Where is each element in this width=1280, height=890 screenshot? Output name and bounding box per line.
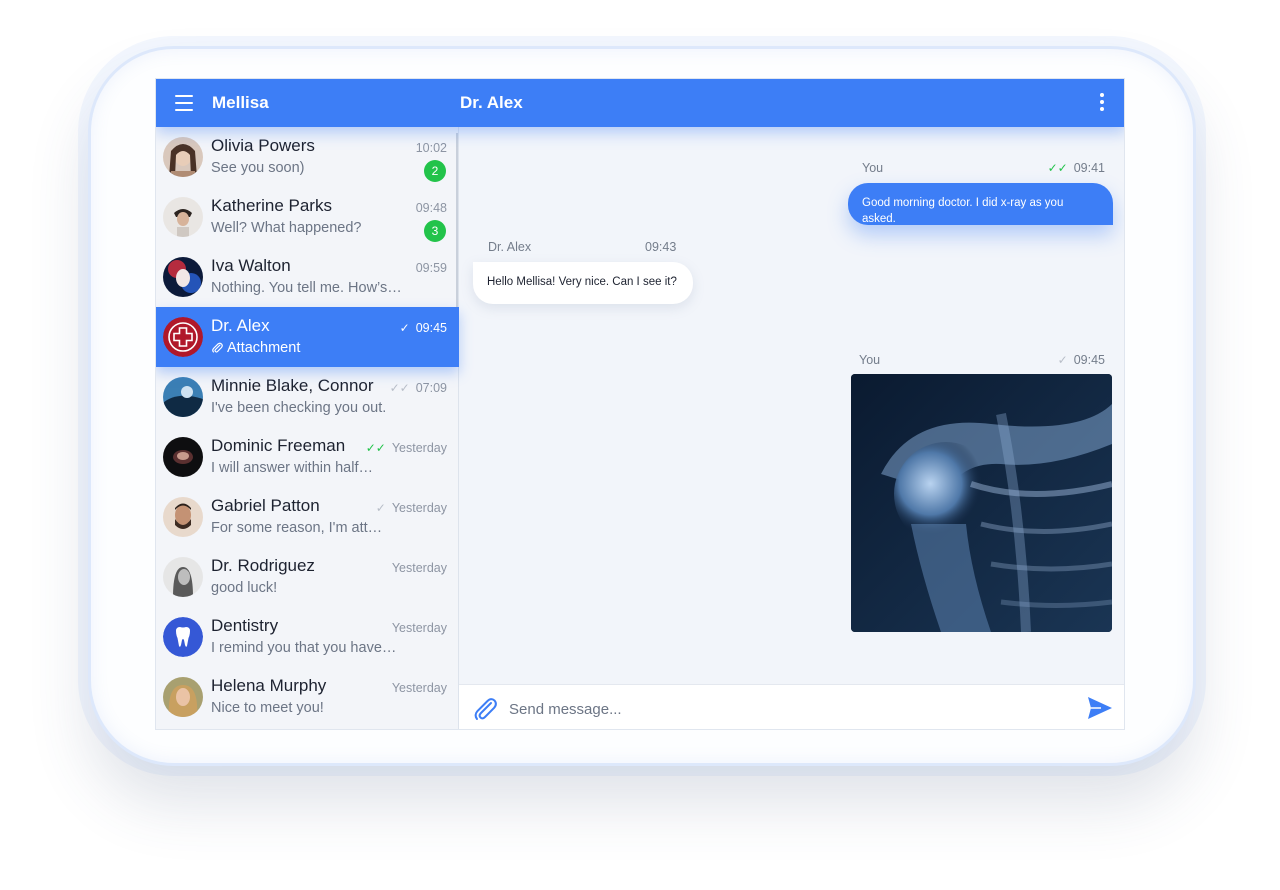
chat-name: Minnie Blake, Connor	[211, 376, 374, 395]
chat-time: ✓✓ Yesterday	[365, 441, 447, 455]
chat-time: 09:59	[415, 261, 447, 275]
message-time: ✓ 09:45	[1057, 353, 1105, 367]
chat-preview: Nice to meet you!	[211, 700, 324, 716]
chat-time: ✓ 09:45	[399, 321, 447, 335]
chat-name: Iva Walton	[211, 256, 291, 275]
read-check-icon: ✓✓	[365, 441, 386, 455]
message-bubble-outgoing[interactable]: Good morning doctor. I did x-ray as you …	[848, 183, 1113, 225]
avatar	[163, 557, 203, 597]
sent-check-icon: ✓	[375, 501, 386, 515]
chat-preview: See you soon)	[211, 160, 305, 176]
send-icon[interactable]	[1087, 696, 1113, 720]
message-sender: Dr. Alex	[488, 240, 532, 254]
chat-item-helena-murphy[interactable]: Helena Murphy Nice to meet you! Yesterda…	[156, 667, 459, 727]
message-composer	[459, 684, 1124, 729]
avatar	[163, 317, 203, 357]
chat-item-dentistry[interactable]: Dentistry I remind you that you have… Ye…	[156, 607, 459, 667]
chat-preview: Attachment	[211, 340, 406, 358]
chat-item-iva-walton[interactable]: Iva Walton Nothing. You tell me. How’s… …	[156, 247, 459, 307]
sent-check-icon: ✓	[1057, 353, 1068, 367]
chat-item-katherine-parks[interactable]: Katherine Parks Well? What happened? 09:…	[156, 187, 459, 247]
tooth-icon	[163, 617, 203, 657]
read-check-icon: ✓✓	[389, 381, 410, 395]
paperclip-icon[interactable]	[471, 695, 499, 723]
message-sender: You	[862, 161, 884, 175]
avatar	[163, 257, 203, 297]
chat-time: 10:02	[415, 141, 447, 155]
avatar	[163, 437, 203, 477]
chat-name: Dentistry	[211, 616, 279, 635]
avatar	[163, 377, 203, 417]
chat-preview: For some reason, I'm att…	[211, 520, 383, 536]
conversation-pane: You ✓✓ 09:41 Good morning doctor. I did x…	[459, 127, 1124, 684]
chat-name: Olivia Powers	[211, 136, 315, 155]
chat-item-gabriel-patton[interactable]: Gabriel Patton For some reason, I'm att……	[156, 487, 459, 547]
unread-badge: 2	[424, 160, 446, 182]
message-sender: You	[859, 353, 881, 367]
chat-name: Katherine Parks	[211, 196, 332, 215]
chat-time: Yesterday	[391, 561, 447, 575]
unread-badge: 3	[424, 220, 446, 242]
message-time: 09:43	[645, 240, 677, 254]
chat-preview: good luck!	[211, 580, 278, 596]
chat-time: ✓✓ 07:09	[389, 381, 447, 395]
more-options-icon[interactable]	[1098, 93, 1106, 113]
chat-name: Dominic Freeman	[211, 436, 346, 455]
chat-preview: Nothing. You tell me. How’s…	[211, 280, 402, 296]
top-bar: Mellisa Dr. Alex	[156, 79, 1124, 127]
chat-preview: I remind you that you have…	[211, 640, 397, 656]
chat-title: Dr. Alex	[460, 93, 523, 112]
read-check-icon: ✓✓	[1047, 161, 1068, 175]
chat-name: Helena Murphy	[211, 676, 327, 695]
chat-preview: I will answer within half…	[211, 460, 373, 476]
message-bubble-incoming[interactable]: Hello Mellisa! Very nice. Can I see it?	[473, 262, 693, 304]
chat-time: ✓ Yesterday	[375, 501, 447, 515]
chat-time: Yesterday	[391, 681, 447, 695]
message-input[interactable]	[507, 693, 1071, 725]
user-name: Mellisa	[212, 93, 269, 112]
chat-item-dr-rodriguez[interactable]: Dr. Rodriguez good luck! Yesterday	[156, 547, 459, 607]
chat-item-olivia-powers[interactable]: Olivia Powers See you soon) 10:02 2	[156, 127, 459, 187]
chat-name: Gabriel Patton	[211, 496, 320, 515]
avatar	[163, 677, 203, 717]
avatar	[163, 197, 203, 237]
chat-time: 09:48	[415, 201, 447, 215]
chat-item-dominic-freeman[interactable]: Dominic Freeman I will answer within hal…	[156, 427, 459, 487]
chat-name: Dr. Alex	[211, 316, 270, 335]
chat-item-dr-alex[interactable]: Dr. Alex Attachment ✓ 09:45	[156, 307, 459, 367]
message-time: ✓✓ 09:41	[1047, 161, 1105, 175]
xray-image-attachment[interactable]	[851, 374, 1112, 632]
avatar	[163, 497, 203, 537]
sent-check-icon: ✓	[399, 321, 410, 335]
chat-time: Yesterday	[391, 621, 447, 635]
messenger-screen: Mellisa Dr. Alex Olivia Powers See you s…	[155, 78, 1125, 730]
avatar	[163, 137, 203, 177]
paperclip-icon	[211, 341, 223, 358]
chat-preview: Well? What happened?	[211, 220, 362, 236]
chat-list: Olivia Powers See you soon) 10:02 2 Kath…	[156, 127, 459, 729]
chat-item-minnie-blake-connor[interactable]: Minnie Blake, Connor I've been checking …	[156, 367, 459, 427]
chat-preview: I've been checking you out.	[211, 400, 387, 416]
menu-icon[interactable]	[175, 95, 193, 111]
attachment-label: Attachment	[227, 340, 301, 356]
chat-name: Dr. Rodriguez	[211, 556, 315, 575]
